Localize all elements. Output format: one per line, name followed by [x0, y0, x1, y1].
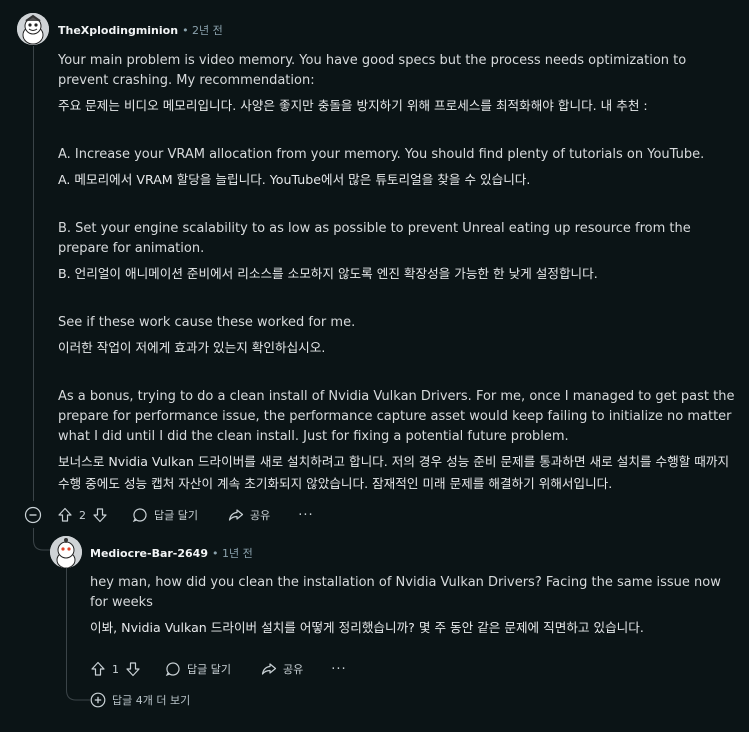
more-replies-label: 답글 4개 더 보기	[112, 694, 191, 707]
reply-button[interactable]: 답글 달기	[132, 507, 198, 523]
comment-icon	[132, 507, 148, 523]
overflow-icon[interactable]: ···	[331, 662, 346, 677]
reply-button[interactable]: 답글 달기	[165, 661, 231, 677]
comment-paragraph-ko: 이러한 작업이 저에게 효과가 있는지 확인하십시오.	[58, 340, 326, 355]
upvote-icon[interactable]	[57, 507, 73, 523]
reply-timestamp: • 1년 전	[212, 547, 253, 560]
reply-label: 답글 달기	[154, 509, 198, 522]
share-label: 공유	[249, 509, 271, 522]
avatar-icon	[50, 536, 82, 568]
comment-paragraph-en: B. Set your engine scalability to as low…	[58, 221, 691, 256]
comment-paragraph-ko: 주요 문제는 비디오 메모리입니다. 사양은 좋지만 충돌을 방지하기 위해 프…	[58, 98, 648, 113]
share-icon	[261, 661, 277, 677]
comment-paragraph-en: A. Increase your VRAM allocation from yo…	[58, 147, 705, 162]
comment-timestamp: • 2년 전	[182, 24, 223, 37]
comment-paragraph-ko: 보너스로 Nvidia Vulkan 드라이버를 새로 설치하려고 합니다. 저…	[58, 454, 730, 491]
vote-count: 1	[112, 662, 119, 676]
avatar[interactable]	[17, 13, 49, 45]
comment-paragraph-ko: 이봐, Nvidia Vulkan 드라이버 설치를 어떻게 정리했습니까? 몇…	[90, 620, 644, 635]
vote-group: 2	[57, 507, 108, 523]
comment-paragraph-en: Your main problem is video memory. You h…	[58, 53, 687, 88]
downvote-icon[interactable]	[125, 661, 141, 677]
upvote-icon[interactable]	[90, 661, 106, 677]
downvote-icon[interactable]	[92, 507, 108, 523]
more-replies-button[interactable]: 답글 4개 더 보기	[90, 692, 190, 708]
comment-paragraph-en: See if these work cause these worked for…	[58, 315, 356, 330]
comment-body: Your main problem is video memory. You h…	[58, 51, 738, 495]
vote-group: 1	[90, 661, 141, 677]
comment-paragraph-ko: B. 언리얼이 애니메이션 준비에서 리소스를 소모하지 않도록 엔진 확장성을…	[58, 266, 598, 281]
collapse-icon[interactable]	[24, 506, 42, 524]
comment-username[interactable]: TheXplodingminion	[58, 24, 178, 37]
comment-paragraph-ko: A. 메모리에서 VRAM 할당을 늘립니다. YouTube에서 많은 튜토리…	[58, 172, 531, 187]
expand-icon	[90, 692, 106, 708]
reply-action-bar: 1 답글 달기 공유 ···	[90, 659, 347, 679]
more-replies-connector	[66, 568, 90, 701]
comment-action-bar: 2 답글 달기 공유 ···	[24, 505, 314, 525]
share-label: 공유	[282, 663, 304, 676]
comment-paragraph-en: hey man, how did you clean the installat…	[90, 575, 721, 610]
comment-paragraph-en: As a bonus, trying to do a clean install…	[58, 389, 735, 444]
reply-label: 답글 달기	[187, 663, 231, 676]
vote-count: 2	[79, 508, 86, 522]
avatar[interactable]	[50, 536, 82, 568]
share-button[interactable]: 공유	[228, 507, 270, 523]
avatar-icon	[17, 13, 49, 45]
comment-icon	[165, 661, 181, 677]
reply-username[interactable]: Mediocre-Bar-2649	[90, 547, 208, 560]
thread-line-main	[33, 46, 34, 501]
overflow-icon[interactable]: ···	[298, 508, 313, 523]
reply-body: hey man, how did you clean the installat…	[90, 573, 730, 639]
share-button[interactable]: 공유	[261, 661, 303, 677]
share-icon	[228, 507, 244, 523]
